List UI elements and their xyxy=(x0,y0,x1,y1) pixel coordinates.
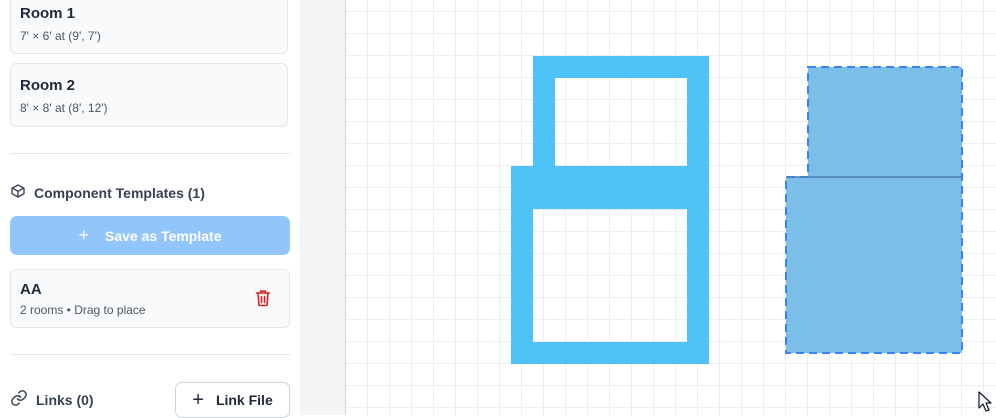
component-instance-outline[interactable] xyxy=(511,56,709,364)
floor-plan-canvas[interactable] xyxy=(346,0,996,415)
link-file-button[interactable]: + Link File xyxy=(175,382,290,418)
component-instance-selected[interactable] xyxy=(785,66,963,354)
link-icon xyxy=(10,389,28,412)
room-name: Room 1 xyxy=(20,5,76,22)
cube-icon xyxy=(10,183,26,204)
component-templates-header: Component Templates (1) xyxy=(10,183,205,203)
room-card-room-1[interactable]: Room 1 7' × 6' at (9', 7') xyxy=(10,0,288,54)
template-name: AA xyxy=(20,281,42,298)
link-file-label: Link File xyxy=(215,392,273,408)
divider xyxy=(10,354,290,355)
trash-icon[interactable] xyxy=(255,289,271,307)
plus-icon: + xyxy=(78,225,90,245)
links-title: Links (0) xyxy=(36,392,94,408)
room-dimensions: 8' × 8' at (8', 12') xyxy=(20,101,108,115)
sidebar: Room 1 7' × 6' at (9', 7') Room 2 8' × 8… xyxy=(0,0,300,418)
divider xyxy=(10,153,290,154)
plus-icon: + xyxy=(192,388,204,411)
selected-room-2[interactable] xyxy=(786,177,962,353)
panel-gutter xyxy=(300,0,345,415)
save-as-template-button[interactable]: + Save as Template xyxy=(10,216,290,255)
room-dimensions: 7' × 6' at (9', 7') xyxy=(20,29,101,43)
room-card-room-2[interactable]: Room 2 8' × 8' at (8', 12') xyxy=(10,63,288,127)
template-card-aa[interactable]: AA 2 rooms • Drag to place xyxy=(10,269,290,328)
save-as-template-label: Save as Template xyxy=(105,227,222,244)
room-name: Room 2 xyxy=(20,77,76,94)
template-meta: 2 rooms • Drag to place xyxy=(20,303,146,317)
mouse-cursor-icon xyxy=(978,391,992,412)
links-header: Links (0) xyxy=(10,389,94,412)
component-templates-title: Component Templates (1) xyxy=(34,185,205,201)
